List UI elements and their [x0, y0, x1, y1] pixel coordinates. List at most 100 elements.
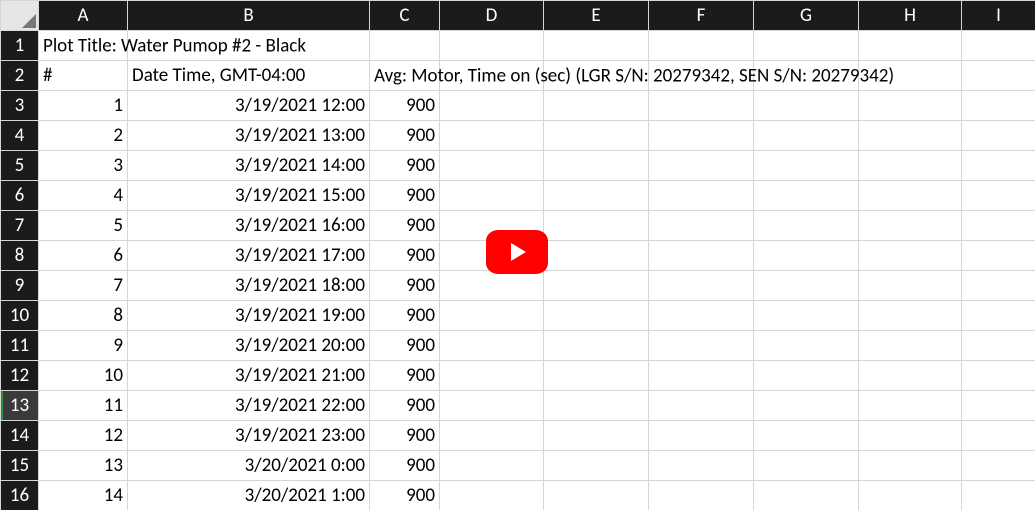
cell[interactable] [962, 31, 1035, 61]
row-header[interactable]: 15 [1, 451, 39, 481]
cell-value[interactable]: 900 [370, 361, 440, 391]
row-header[interactable]: 16 [1, 481, 39, 510]
cell-datetime[interactable]: 3/19/2021 14:00 [128, 151, 370, 181]
row-header[interactable]: 8 [1, 241, 39, 271]
cell-datetime[interactable]: 3/20/2021 0:00 [128, 451, 370, 481]
col-header-D[interactable]: D [440, 1, 544, 31]
cell-datetime[interactable]: 3/19/2021 16:00 [128, 211, 370, 241]
cell[interactable] [649, 391, 754, 421]
video-play-overlay[interactable] [486, 230, 548, 274]
cell[interactable] [440, 361, 544, 391]
cell[interactable] [962, 121, 1035, 151]
cell[interactable] [440, 391, 544, 421]
cell-datetime[interactable]: 3/19/2021 12:00 [128, 91, 370, 121]
cell-datetime[interactable]: 3/19/2021 21:00 [128, 361, 370, 391]
cell[interactable] [440, 421, 544, 451]
cell[interactable] [754, 121, 859, 151]
col-header-C[interactable]: C [370, 1, 440, 31]
row-header[interactable]: 10 [1, 301, 39, 331]
cell-index[interactable]: 8 [39, 301, 128, 331]
cell[interactable] [962, 391, 1035, 421]
col-header-F[interactable]: F [649, 1, 754, 31]
cell-index[interactable]: 10 [39, 361, 128, 391]
cell-index[interactable]: 6 [39, 241, 128, 271]
cell-index[interactable]: 11 [39, 391, 128, 421]
cell-index[interactable]: 5 [39, 211, 128, 241]
cell[interactable] [649, 301, 754, 331]
cell[interactable] [440, 181, 544, 211]
cell[interactable] [649, 241, 754, 271]
cell[interactable] [544, 451, 649, 481]
cell[interactable] [544, 211, 649, 241]
cell[interactable]: Plot Title: Water Pumop #2 - Black [39, 31, 128, 61]
cell[interactable] [649, 421, 754, 451]
cell-value[interactable]: 900 [370, 271, 440, 301]
cell[interactable] [962, 181, 1035, 211]
cell[interactable] [754, 301, 859, 331]
cell[interactable] [859, 271, 962, 301]
col-header-E[interactable]: E [544, 1, 649, 31]
cell[interactable] [649, 361, 754, 391]
cell[interactable] [962, 481, 1035, 510]
col-header-G[interactable]: G [754, 1, 859, 31]
cell[interactable] [544, 301, 649, 331]
cell[interactable] [649, 61, 754, 91]
cell[interactable] [649, 31, 754, 61]
cell[interactable] [859, 241, 962, 271]
cell[interactable] [962, 91, 1035, 121]
cell[interactable] [962, 361, 1035, 391]
row-header[interactable]: 13 [1, 391, 39, 421]
cell[interactable] [649, 91, 754, 121]
cell-index[interactable]: 3 [39, 151, 128, 181]
cell[interactable] [754, 61, 859, 91]
cell[interactable] [754, 271, 859, 301]
col-header-H[interactable]: H [859, 1, 962, 31]
cell[interactable] [544, 241, 649, 271]
cell-value[interactable]: 900 [370, 181, 440, 211]
row-header[interactable]: 7 [1, 211, 39, 241]
cell-index[interactable]: 4 [39, 181, 128, 211]
row-header[interactable]: 1 [1, 31, 39, 61]
cell-datetime[interactable]: 3/19/2021 19:00 [128, 301, 370, 331]
row-header[interactable]: 12 [1, 361, 39, 391]
cell[interactable] [859, 211, 962, 241]
cell[interactable] [859, 61, 962, 91]
cell-index[interactable]: 14 [39, 481, 128, 510]
cell-value[interactable]: 900 [370, 91, 440, 121]
row-header[interactable]: 4 [1, 121, 39, 151]
cell[interactable] [544, 151, 649, 181]
cell[interactable] [859, 301, 962, 331]
row-header[interactable]: 9 [1, 271, 39, 301]
header-col-datetime[interactable]: Date Time, GMT-04:00 [128, 61, 370, 91]
cell-datetime[interactable]: 3/19/2021 20:00 [128, 331, 370, 361]
cell[interactable] [754, 421, 859, 451]
cell[interactable] [859, 121, 962, 151]
col-header-I[interactable]: I [962, 1, 1035, 31]
cell-datetime[interactable]: 3/19/2021 18:00 [128, 271, 370, 301]
cell-value[interactable]: 900 [370, 151, 440, 181]
header-col-value[interactable]: Avg: Motor, Time on (sec) (LGR S/N: 2027… [370, 61, 440, 91]
cell-value[interactable]: 900 [370, 331, 440, 361]
cell-index[interactable]: 1 [39, 91, 128, 121]
cell[interactable] [440, 451, 544, 481]
cell[interactable] [754, 151, 859, 181]
cell[interactable] [859, 481, 962, 510]
cell[interactable] [544, 121, 649, 151]
cell[interactable] [962, 61, 1035, 91]
cell[interactable] [754, 391, 859, 421]
cell[interactable] [754, 331, 859, 361]
cell[interactable] [962, 301, 1035, 331]
cell-datetime[interactable]: 3/19/2021 13:00 [128, 121, 370, 151]
header-col-index[interactable]: # [39, 61, 128, 91]
cell-datetime[interactable]: 3/19/2021 17:00 [128, 241, 370, 271]
cell[interactable] [962, 421, 1035, 451]
cell-datetime[interactable]: 3/19/2021 23:00 [128, 421, 370, 451]
cell[interactable] [440, 91, 544, 121]
cell-value[interactable]: 900 [370, 421, 440, 451]
cell-index[interactable]: 13 [39, 451, 128, 481]
cell[interactable] [754, 91, 859, 121]
cell-index[interactable]: 12 [39, 421, 128, 451]
cell-value[interactable]: 900 [370, 451, 440, 481]
cell[interactable] [440, 31, 544, 61]
row-header[interactable]: 3 [1, 91, 39, 121]
